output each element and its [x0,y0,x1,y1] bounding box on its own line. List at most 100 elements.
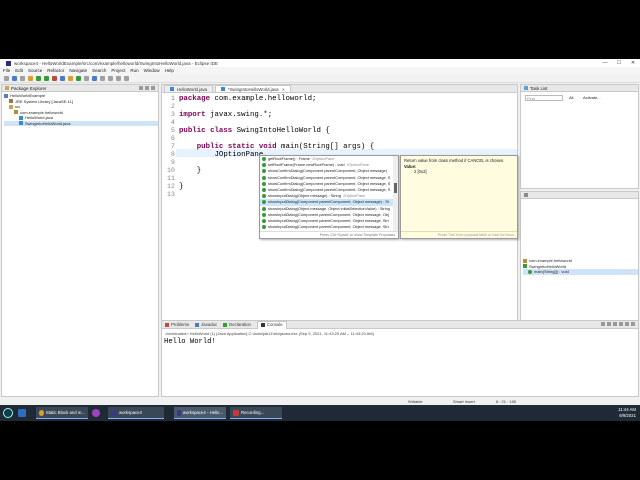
minimize-view-icon[interactable] [151,86,155,90]
menu-refactor[interactable]: Refactor [47,68,64,73]
package-explorer-tab[interactable]: Package Explorer [2,85,158,92]
menu-run[interactable]: Run [130,68,138,73]
console-output[interactable]: Hello World! [162,338,638,346]
java-file-icon [221,87,226,91]
tab-helloworld[interactable]: HelloWorld.java [164,85,214,92]
close-tab-icon[interactable]: ✕ [282,86,285,93]
task-filter-all[interactable]: All [569,95,573,100]
tab-label: Declaration [229,322,251,327]
build-icon[interactable] [28,75,33,81]
taskbar-app-chrome[interactable]: Static Block and m... [36,407,88,419]
terminate-icon[interactable] [601,322,605,326]
clear-console-icon[interactable] [613,322,617,326]
menu-file[interactable]: File [3,68,10,73]
javadoc-value: 2 [0x2] [414,169,427,174]
tab-problems[interactable]: Problems [165,322,189,327]
console-tabs: Problems Javadoc Declaration Console [162,320,638,329]
new-icon[interactable] [4,75,9,81]
print-icon[interactable] [20,75,25,81]
tab-console[interactable]: Console [256,320,287,329]
public-method-icon [262,181,266,186]
system-clock[interactable]: 11:44 AM 9/9/2021 [618,407,636,419]
debug-icon[interactable] [36,75,41,81]
taskview-icon[interactable] [18,409,26,417]
proposal-item[interactable]: showInputDialog(Component parentComponen… [260,224,394,230]
media-icon[interactable] [92,409,100,417]
public-method-icon [262,169,266,174]
outline-tree: com.example.helloworld SwingIntoHelloWor… [521,199,638,275]
new-package-icon[interactable] [68,75,73,81]
start-button[interactable] [3,408,13,418]
remove-launch-icon[interactable] [607,322,611,326]
window-title: workspace4 - HelloWorldExample/src/com/e… [14,60,218,66]
source-folder-icon [9,104,13,109]
tab-swingintohelloworld[interactable]: *SwingIntoHelloWorld.java ✕ [215,85,291,92]
menu-project[interactable]: Project [111,68,125,73]
project-tree: HelloWorldExample JRE System Library [Ja… [2,92,158,126]
java-file-icon [19,115,23,120]
menu-help[interactable]: Help [165,68,174,73]
back-icon[interactable] [116,75,121,81]
console-icon [260,323,265,327]
tab-label: *SwingIntoHelloWorld.java [228,86,279,92]
line-number: 6 [170,135,175,143]
task-find-input[interactable]: Find [525,95,563,101]
tree-item-swingintohelloworld[interactable]: SwingIntoHelloWorld.java [4,120,158,126]
tab-label: Console [266,322,283,327]
menu-window[interactable]: Window [144,68,160,73]
public-method-icon [262,200,266,205]
outline-item-main[interactable]: main(String[]) : void [523,269,638,275]
editor-tabs: HelloWorld.java *SwingIntoHelloWorld.jav… [162,85,517,93]
pin-console-icon[interactable] [625,322,629,326]
display-console-icon[interactable] [631,322,635,326]
taskbar-app-explorer[interactable]: workspace4 [108,407,164,419]
menu-edit[interactable]: Edit [15,68,23,73]
tab-javadoc[interactable]: Javadoc [195,322,217,327]
public-method-icon [262,225,266,230]
scroll-lock-icon[interactable] [619,322,623,326]
line-number: 9 [170,159,175,167]
task-list-tab[interactable]: Task List [521,85,638,92]
line-number: 10 [166,167,175,175]
proposal-list: getRootFrame() : Frame JOptionPane setRoot… [260,156,394,232]
method-icon [528,269,532,274]
forward-icon[interactable] [124,75,129,81]
outline-icon [524,193,528,197]
maximize-button[interactable]: ☐ [612,59,626,67]
proposal-scrollbar[interactable] [393,156,398,232]
problems-icon [165,322,169,327]
save-icon[interactable] [12,75,17,81]
line-number: 2 [170,103,175,111]
taskbar-app-eclipse[interactable]: workspace4 - Hello... [174,407,226,419]
menu-source[interactable]: Source [28,68,42,73]
taskbar-app-label: Static Block and m... [45,410,85,415]
collapse-all-icon[interactable] [139,86,143,90]
previous-annotation-icon[interactable] [108,75,113,81]
task-activate[interactable]: Activate... [583,95,601,100]
open-type-icon[interactable] [84,75,89,81]
package-explorer: Package Explorer HelloWorldExample JRE S… [1,84,159,397]
line-number: 1 [170,95,175,103]
next-annotation-icon[interactable] [100,75,105,81]
line-number: 12 [166,183,175,191]
external-tools-icon[interactable] [52,75,57,81]
menu-search[interactable]: Search [92,68,106,73]
new-class-icon[interactable] [76,75,81,81]
view-menu-icon[interactable] [145,86,149,90]
close-button[interactable]: ✕ [626,59,640,67]
run-icon[interactable] [44,75,49,81]
taskbar-app-recorder[interactable]: Recording... [230,407,282,419]
menu-navigate[interactable]: Navigate [69,68,87,73]
java-file-icon [19,121,23,126]
tree-item-label: SwingIntoHelloWorld.java [25,120,71,126]
new-java-project-icon[interactable] [60,75,65,81]
scrollbar-thumb[interactable] [394,183,397,193]
menu-bar: File Edit Source Refactor Navigate Searc… [0,67,640,74]
search-icon[interactable] [92,75,97,81]
minimize-button[interactable]: — [598,59,612,67]
outline-tab[interactable] [521,192,638,199]
recorder-icon [233,409,239,416]
tab-declaration[interactable]: Declaration [223,322,251,327]
line-number: 7 [170,143,175,151]
tab-label: HelloWorld.java [177,86,208,92]
